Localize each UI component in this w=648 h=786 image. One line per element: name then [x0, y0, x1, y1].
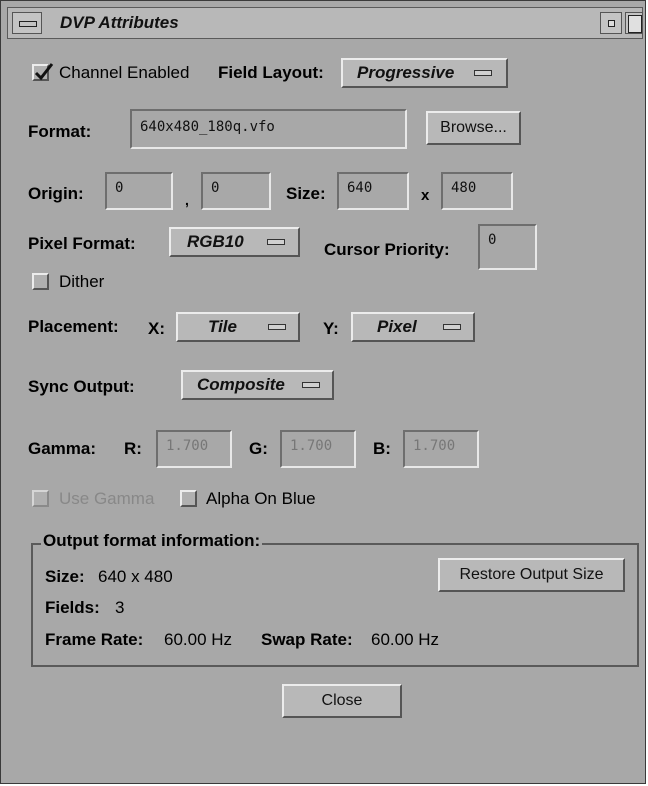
- size-width-field[interactable]: 640: [337, 172, 409, 210]
- close-button[interactable]: Close: [282, 684, 402, 718]
- dither-label: Dither: [59, 272, 105, 291]
- window-title: DVP Attributes: [60, 13, 179, 32]
- gamma-g-label: G:: [249, 439, 268, 458]
- option-menu-indicator-icon: [268, 324, 286, 330]
- field-layout-menu[interactable]: Progressive: [341, 58, 508, 88]
- size-label: Size:: [286, 184, 326, 203]
- restore-output-size-button[interactable]: Restore Output Size: [438, 558, 625, 592]
- swap-rate-label: Swap Rate:: [261, 630, 353, 649]
- maximize-icon: [628, 15, 642, 33]
- origin-y-field[interactable]: 0: [201, 172, 271, 210]
- sync-output-label: Sync Output:: [28, 377, 135, 396]
- gamma-g-field[interactable]: 1.700: [280, 430, 356, 468]
- output-size-value: 640 x 480: [98, 567, 173, 586]
- use-gamma-label: Use Gamma: [59, 489, 155, 508]
- cursor-priority-field[interactable]: 0: [478, 224, 537, 270]
- placement-label: Placement:: [28, 317, 119, 336]
- minimize-button[interactable]: [600, 12, 622, 34]
- browse-button[interactable]: Browse...: [426, 111, 521, 145]
- alpha-on-blue-checkbox[interactable]: [180, 490, 197, 507]
- pixel-format-menu[interactable]: RGB10: [169, 227, 300, 257]
- gamma-b-label: B:: [373, 439, 391, 458]
- alpha-on-blue-label: Alpha On Blue: [206, 489, 316, 508]
- placement-x-label: X:: [148, 319, 165, 338]
- size-separator: x: [421, 187, 430, 204]
- swap-rate-value: 60.00 Hz: [371, 630, 440, 649]
- dither-checkbox[interactable]: [32, 273, 49, 290]
- checkmark-icon: [34, 63, 54, 81]
- dvp-attributes-window: DVP Attributes Channel Enabled Field Lay…: [0, 0, 646, 784]
- option-menu-indicator-icon: [474, 70, 492, 76]
- placement-x-value: Tile: [208, 317, 237, 336]
- gamma-r-label: R:: [124, 439, 142, 458]
- origin-separator: ,: [185, 192, 189, 208]
- output-format-info-title: Output format information:: [41, 531, 263, 551]
- fields-label: Fields:: [45, 598, 100, 617]
- origin-x-field[interactable]: 0: [105, 172, 173, 210]
- cursor-priority-label: Cursor Priority:: [324, 240, 450, 259]
- gamma-label: Gamma:: [28, 439, 97, 458]
- option-menu-indicator-icon: [302, 382, 320, 388]
- frame-rate-value: 60.00 Hz: [164, 630, 233, 649]
- minimize-icon: [608, 20, 615, 27]
- fields-value: 3: [115, 598, 125, 617]
- use-gamma-checkbox[interactable]: [32, 490, 49, 507]
- placement-y-menu[interactable]: Pixel: [351, 312, 475, 342]
- placement-y-value: Pixel: [377, 317, 417, 336]
- sync-output-menu[interactable]: Composite: [181, 370, 334, 400]
- option-menu-indicator-icon: [443, 324, 461, 330]
- channel-enabled-label: Channel Enabled: [59, 63, 190, 82]
- channel-enabled-checkbox[interactable]: [32, 63, 54, 81]
- gamma-b-field[interactable]: 1.700: [403, 430, 479, 468]
- pixel-format-label: Pixel Format:: [28, 234, 136, 253]
- window-menu-icon: [19, 21, 37, 27]
- title-bar[interactable]: DVP Attributes: [7, 7, 643, 39]
- field-layout-label: Field Layout:: [218, 63, 324, 82]
- output-size-label: Size:: [45, 567, 85, 586]
- sync-output-value: Composite: [197, 375, 285, 394]
- frame-rate-label: Frame Rate:: [45, 630, 144, 649]
- window-menu-button[interactable]: [12, 12, 42, 34]
- field-layout-value: Progressive: [357, 63, 455, 82]
- origin-label: Origin:: [28, 184, 84, 203]
- size-height-field[interactable]: 480: [441, 172, 513, 210]
- pixel-format-value: RGB10: [187, 232, 244, 251]
- gamma-r-field[interactable]: 1.700: [156, 430, 232, 468]
- format-label: Format:: [28, 122, 92, 141]
- option-menu-indicator-icon: [267, 239, 285, 245]
- placement-y-label: Y:: [323, 319, 339, 338]
- format-field[interactable]: 640x480_180q.vfo: [130, 109, 407, 149]
- maximize-button[interactable]: [625, 12, 643, 34]
- placement-x-menu[interactable]: Tile: [176, 312, 300, 342]
